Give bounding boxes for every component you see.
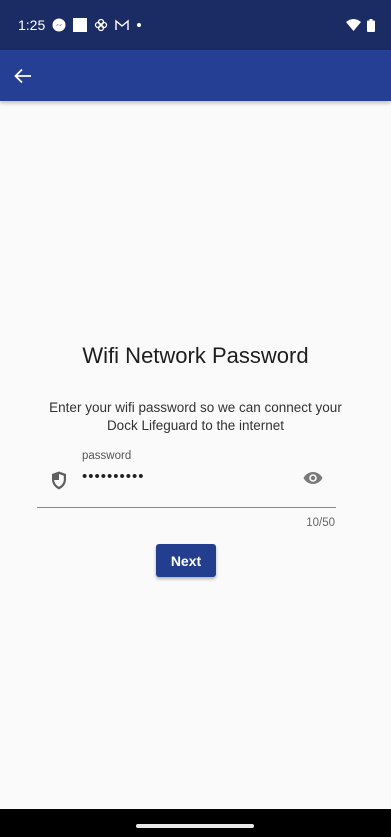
page-title: Wifi Network Password [82, 343, 309, 368]
square-notification-icon [73, 18, 88, 32]
password-label: password [82, 450, 132, 462]
password-input[interactable]: •••••••••• [82, 468, 145, 485]
arrow-left-icon [14, 68, 31, 83]
home-indicator[interactable] [136, 824, 254, 828]
navigation-bar [0, 809, 391, 837]
messenger-icon [52, 18, 66, 32]
dot-icon [137, 23, 142, 27]
page-subtitle: Enter your wifi password so we can conne… [49, 400, 342, 433]
shield-icon [52, 471, 66, 490]
password-field[interactable]: password •••••••••• [37, 450, 336, 508]
status-right [346, 18, 375, 32]
status-left: 1:25 [18, 17, 142, 33]
next-button[interactable]: Next [156, 544, 216, 577]
fan-icon [95, 18, 108, 32]
battery-icon [367, 18, 375, 32]
status-time: 1:25 [18, 17, 46, 33]
app-bar [0, 50, 391, 101]
back-button[interactable] [10, 63, 36, 89]
wifi-icon [346, 19, 361, 31]
eye-icon[interactable] [303, 471, 323, 485]
status-bar: 1:25 [0, 0, 391, 50]
gmail-icon [115, 19, 129, 30]
character-counter: 10/50 [306, 517, 335, 529]
